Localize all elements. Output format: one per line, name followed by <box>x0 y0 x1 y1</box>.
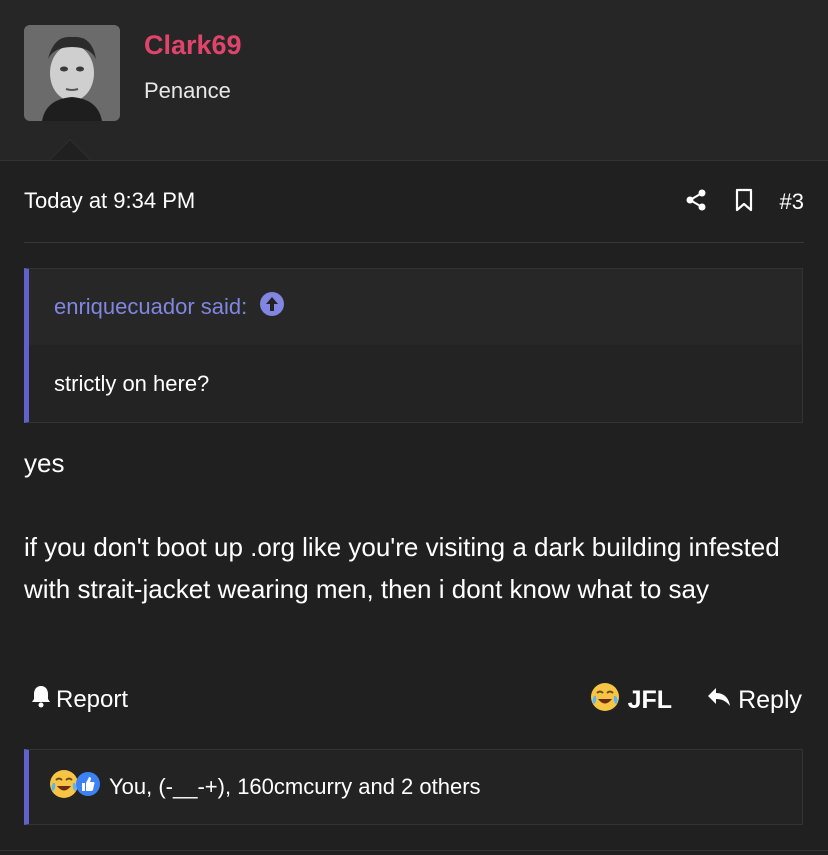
message-line: yes <box>24 448 65 478</box>
reactions-summary[interactable]: You, (-__-+), 160cmcurry and 2 others <box>109 774 481 800</box>
quote-text: strictly on here? <box>54 371 210 396</box>
bookmark-icon[interactable] <box>734 188 754 217</box>
post-author-header: Clark69 Penance <box>0 0 828 161</box>
post-number-link[interactable]: #3 <box>780 189 804 215</box>
reply-label: Reply <box>738 686 802 714</box>
username[interactable]: Clark69 <box>144 30 242 61</box>
post-footer-actions: JFL Reply <box>590 682 802 719</box>
user-title: Penance <box>144 78 231 103</box>
header-pointer <box>50 140 90 160</box>
reactions-bar[interactable]: You, (-__-+), 160cmcurry and 2 others <box>24 749 803 825</box>
reply-button[interactable]: Reply <box>706 686 802 715</box>
quote-block: enriquecuador said: strictly on here? <box>24 268 803 423</box>
post-actions: #3 <box>684 186 804 218</box>
bell-icon <box>30 684 52 715</box>
divider <box>24 242 804 243</box>
share-icon[interactable] <box>684 188 708 217</box>
react-label: JFL <box>627 686 673 714</box>
message-body: yes if you don't boot up .org like you'r… <box>24 442 814 610</box>
quote-author[interactable]: enriquecuador said: <box>54 294 247 320</box>
message-line: if you don't boot up .org like you're vi… <box>24 532 780 604</box>
report-label: Report <box>56 685 129 713</box>
thumbs-up-icon <box>75 771 101 803</box>
report-link[interactable]: Report <box>30 684 128 715</box>
crying-laughing-emoji-icon <box>590 682 620 719</box>
divider <box>0 850 828 851</box>
post-timestamp[interactable]: Today at 9:34 PM <box>24 188 195 214</box>
reaction-icons <box>49 769 101 805</box>
reply-arrow-icon <box>706 686 732 715</box>
react-button[interactable]: JFL <box>590 682 672 719</box>
arrow-up-circle-icon[interactable] <box>259 291 285 323</box>
quote-header[interactable]: enriquecuador said: <box>29 269 802 345</box>
avatar[interactable] <box>24 25 120 121</box>
